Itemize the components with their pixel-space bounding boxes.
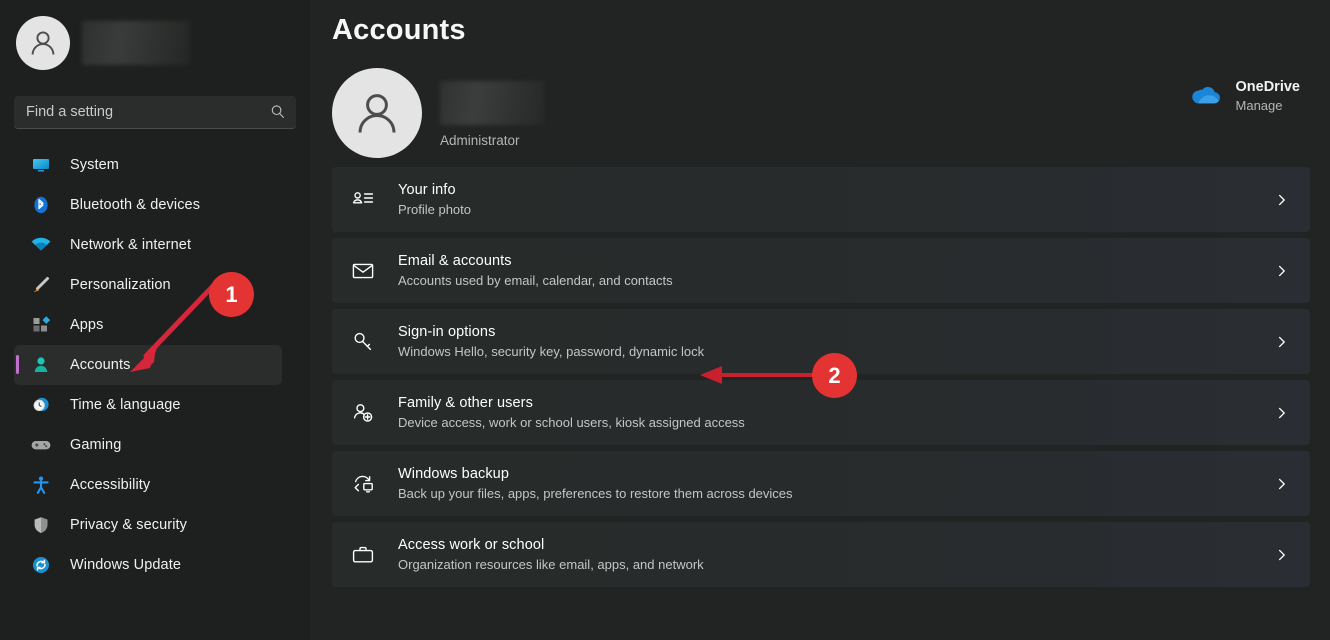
sidebar: System Bluetooth & devices xyxy=(0,0,310,640)
account-role: Administrator xyxy=(440,132,520,148)
apps-grid-icon xyxy=(30,314,52,336)
onedrive-title: OneDrive xyxy=(1235,79,1300,95)
sidebar-item-system[interactable]: System xyxy=(14,145,282,185)
backup-sync-icon xyxy=(350,471,376,497)
chevron-right-icon[interactable] xyxy=(1276,194,1288,206)
person-icon xyxy=(30,354,52,376)
onedrive-text: OneDrive Manage xyxy=(1236,79,1300,113)
sidebar-item-label: Accounts xyxy=(70,357,131,373)
search-input[interactable] xyxy=(26,104,270,120)
clock-globe-icon xyxy=(30,394,52,416)
sidebar-item-label: System xyxy=(70,157,119,173)
card-title: Family & other users xyxy=(398,395,533,411)
paintbrush-icon xyxy=(30,274,52,296)
card-text: Your info Profile photo xyxy=(398,182,471,217)
card-subtitle: Organization resources like email, apps,… xyxy=(398,557,704,572)
card-text: Family & other users Device access, work… xyxy=(398,395,745,430)
onedrive-cloud-icon xyxy=(1191,87,1220,104)
sidebar-nav: System Bluetooth & devices Network & int… xyxy=(0,145,310,585)
onedrive-subtitle: Manage xyxy=(1235,98,1283,113)
sidebar-item-label: Network & internet xyxy=(70,237,192,253)
card-subtitle: Back up your files, apps, preferences to… xyxy=(398,486,793,501)
page-title: Accounts xyxy=(332,14,466,46)
settings-window: System Bluetooth & devices xyxy=(0,0,1330,640)
system-monitor-icon xyxy=(30,154,52,176)
sidebar-item-label: Apps xyxy=(70,317,104,333)
sidebar-item-time-language[interactable]: Time & language xyxy=(14,385,282,425)
card-email-accounts[interactable]: Email & accounts Accounts used by email,… xyxy=(332,238,1310,303)
sidebar-item-apps[interactable]: Apps xyxy=(14,305,282,345)
settings-card-list: Your info Profile photo Email & accounts xyxy=(322,167,1318,587)
card-subtitle: Windows Hello, security key, password, d… xyxy=(398,344,705,359)
card-title: Access work or school xyxy=(398,537,545,553)
sidebar-item-label: Windows Update xyxy=(70,557,182,573)
sidebar-item-bluetooth-devices[interactable]: Bluetooth & devices xyxy=(14,185,282,225)
account-avatar[interactable] xyxy=(332,68,422,158)
card-text: Sign-in options Windows Hello, security … xyxy=(398,324,704,359)
person-avatar-icon xyxy=(31,31,55,55)
chevron-right-icon[interactable] xyxy=(1276,478,1288,490)
chevron-right-icon[interactable] xyxy=(1276,265,1288,277)
sidebar-item-label: Privacy & security xyxy=(70,517,188,533)
sidebar-item-privacy-security[interactable]: Privacy & security xyxy=(14,505,282,545)
accessibility-icon xyxy=(30,474,52,496)
person-add-icon xyxy=(350,400,376,426)
card-subtitle: Device access, work or school users, kio… xyxy=(398,415,745,430)
contact-card-icon xyxy=(350,187,376,213)
sidebar-item-network-internet[interactable]: Network & internet xyxy=(14,225,282,265)
account-header: Administrator OneDrive Manage xyxy=(322,47,1318,159)
account-name-redacted xyxy=(440,80,544,125)
onedrive-entry[interactable]: OneDrive Manage xyxy=(1190,79,1300,113)
refresh-sync-icon xyxy=(30,554,52,576)
chevron-right-icon[interactable] xyxy=(1276,407,1288,419)
avatar xyxy=(16,16,70,70)
person-avatar-icon xyxy=(358,94,396,133)
search-box[interactable] xyxy=(14,96,296,129)
shield-icon xyxy=(30,514,52,536)
card-subtitle: Accounts used by email, calendar, and co… xyxy=(398,273,673,288)
card-sign-in-options[interactable]: Sign-in options Windows Hello, security … xyxy=(332,309,1310,374)
sidebar-item-accounts[interactable]: Accounts xyxy=(14,345,282,385)
card-text: Windows backup Back up your files, apps,… xyxy=(398,466,793,501)
sidebar-profile-name-redacted xyxy=(82,21,190,65)
card-title: Your info xyxy=(398,182,456,198)
main-content: Accounts Administrator OneDrive Manage Y… xyxy=(310,0,1330,640)
sidebar-item-gaming[interactable]: Gaming xyxy=(14,425,282,465)
envelope-icon xyxy=(350,258,376,284)
card-your-info[interactable]: Your info Profile photo xyxy=(332,167,1310,232)
sidebar-item-label: Personalization xyxy=(70,277,171,293)
chevron-right-icon[interactable] xyxy=(1276,549,1288,561)
card-windows-backup[interactable]: Windows backup Back up your files, apps,… xyxy=(332,451,1310,516)
sidebar-item-personalization[interactable]: Personalization xyxy=(14,265,282,305)
wifi-icon xyxy=(30,234,52,256)
chevron-right-icon[interactable] xyxy=(1276,336,1288,348)
card-title: Sign-in options xyxy=(398,324,496,340)
sidebar-item-accessibility[interactable]: Accessibility xyxy=(14,465,282,505)
search-icon[interactable] xyxy=(270,104,286,120)
card-access-work-or-school[interactable]: Access work or school Organization resou… xyxy=(332,522,1310,587)
bluetooth-icon xyxy=(30,194,52,216)
briefcase-icon xyxy=(350,542,376,568)
card-subtitle: Profile photo xyxy=(398,202,471,217)
sidebar-item-label: Accessibility xyxy=(70,477,151,493)
sidebar-item-label: Bluetooth & devices xyxy=(70,197,201,213)
gamepad-icon xyxy=(30,434,52,456)
key-icon xyxy=(350,329,376,355)
sidebar-item-windows-update[interactable]: Windows Update xyxy=(14,545,282,585)
card-text: Access work or school Organization resou… xyxy=(398,537,704,572)
card-text: Email & accounts Accounts used by email,… xyxy=(398,253,673,288)
card-family-other-users[interactable]: Family & other users Device access, work… xyxy=(332,380,1310,445)
card-title: Email & accounts xyxy=(398,253,512,269)
sidebar-item-label: Gaming xyxy=(70,437,122,453)
sidebar-profile[interactable] xyxy=(0,14,310,72)
account-meta: Administrator xyxy=(440,80,544,148)
sidebar-item-label: Time & language xyxy=(70,397,181,413)
card-title: Windows backup xyxy=(398,466,510,482)
